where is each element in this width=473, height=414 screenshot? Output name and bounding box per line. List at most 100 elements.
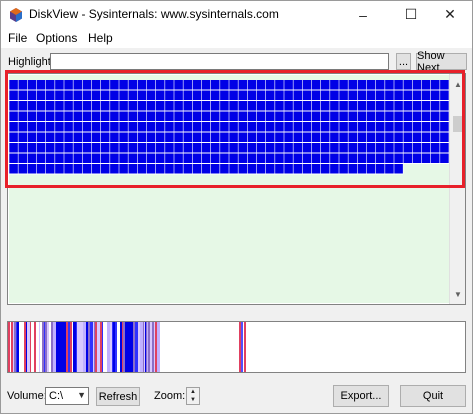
refresh-button[interactable]: Refresh [96, 387, 140, 406]
overview-stripe [39, 322, 40, 372]
overview-stripe [72, 322, 73, 372]
overview-stripe [123, 322, 124, 372]
overview-stripe [44, 322, 45, 372]
show-next-button[interactable]: Show Next [416, 50, 467, 74]
overview-stripe [16, 322, 17, 372]
overview-stripe [138, 322, 140, 372]
overview-stripe [114, 322, 115, 372]
overview-stripe [102, 322, 103, 372]
overview-stripe [95, 322, 97, 372]
overview-stripe [53, 322, 56, 372]
overview-stripe [70, 322, 72, 372]
overview-stripe [125, 322, 128, 372]
menu-file[interactable]: File [8, 31, 27, 45]
overview-stripe [148, 322, 150, 372]
overview-stripe [112, 322, 113, 372]
scroll-up-icon[interactable]: ▲ [450, 76, 466, 92]
overview-marker [241, 322, 243, 372]
cluster-map-scrollbar[interactable]: ▲ ▼ [449, 74, 465, 304]
scroll-down-icon[interactable]: ▼ [450, 286, 466, 302]
maximize-button[interactable]: ☐ [389, 1, 433, 28]
overview-stripe [10, 322, 11, 372]
menu-options[interactable]: Options [36, 31, 77, 45]
zoom-label: Zoom: [154, 390, 186, 402]
overview-stripe [14, 322, 16, 372]
close-button[interactable]: ✕ [428, 1, 472, 28]
overview-stripe [8, 322, 10, 372]
overview-stripe [122, 322, 123, 372]
overview-stripe [17, 322, 19, 372]
diskview-app-icon [10, 8, 22, 22]
overview-stripe [98, 322, 100, 372]
cluster-row [9, 132, 449, 143]
overview-stripe [124, 322, 125, 372]
cluster-blocks[interactable] [9, 80, 449, 251]
cluster-row [9, 90, 449, 101]
cluster-row [9, 143, 449, 154]
cluster-map[interactable] [9, 75, 449, 303]
overview-stripe [36, 322, 39, 372]
menu-bar: File Options Help [1, 28, 472, 48]
overview-stripe [89, 322, 90, 372]
overview-stripe [66, 322, 68, 372]
overview-stripe [136, 322, 138, 372]
cluster-row [9, 122, 449, 133]
cluster-row [9, 101, 449, 112]
volume-label: Volume: [7, 390, 47, 402]
zoom-down-icon[interactable]: ▼ [187, 396, 199, 404]
overview-stripe [21, 322, 24, 372]
cluster-row [9, 111, 449, 122]
highlight-input[interactable] [50, 53, 389, 70]
cluster-row [9, 153, 449, 164]
overview-stripe [147, 322, 148, 372]
highlight-label: Highlight: [8, 56, 54, 68]
overview-stripe [103, 322, 106, 372]
minimize-button[interactable]: – [341, 1, 385, 28]
cluster-map-panel: ▲ ▼ [7, 73, 466, 305]
overview-stripe [117, 322, 120, 372]
overview-stripe [115, 322, 117, 372]
quit-button[interactable]: Quit [400, 385, 466, 407]
overview-stripe [83, 322, 86, 372]
overview-stripe [51, 322, 53, 372]
browse-button[interactable]: ... [396, 53, 411, 70]
overview-stripe [93, 322, 94, 372]
menu-help[interactable]: Help [88, 31, 113, 45]
overview-stripe [19, 322, 21, 372]
overview-stripe [90, 322, 93, 372]
diskview-window: DiskView - Sysinternals: www.sysinternal… [0, 0, 473, 414]
overview-stripe [144, 322, 145, 372]
overview-stripe [135, 322, 136, 372]
overview-stripe [40, 322, 42, 372]
overview-stripe [106, 322, 107, 372]
zoom-spinner[interactable]: ▲ ▼ [186, 387, 200, 405]
overview-stripe [140, 322, 143, 372]
overview-stripe [13, 322, 14, 372]
overview-stripe [77, 322, 80, 372]
overview-stripe [94, 322, 95, 372]
overview-stripe [110, 322, 112, 372]
overview-stripe [113, 322, 114, 372]
volume-select[interactable]: C:\ ▼ [45, 387, 89, 405]
zoom-up-icon[interactable]: ▲ [187, 388, 199, 396]
overview-stripe [49, 322, 51, 372]
scroll-thumb[interactable] [453, 116, 463, 132]
overview-stripe [68, 322, 70, 372]
disk-overview-strip[interactable] [8, 322, 465, 372]
overview-stripe [131, 322, 133, 372]
overview-stripe [128, 322, 129, 372]
overview-stripe [100, 322, 102, 372]
overview-stripe [155, 322, 157, 372]
export-button[interactable]: Export... [333, 385, 389, 407]
overview-stripe [86, 322, 88, 372]
overview-stripe [157, 322, 160, 372]
overview-stripe [97, 322, 98, 372]
overview-stripe [56, 322, 66, 372]
overview-stripe [31, 322, 34, 372]
overview-stripe [150, 322, 152, 372]
chevron-down-icon: ▼ [77, 390, 86, 400]
overview-stripe [80, 322, 83, 372]
volume-value: C:\ [49, 390, 64, 402]
disk-overview-panel [7, 321, 466, 373]
overview-stripe [47, 322, 48, 372]
